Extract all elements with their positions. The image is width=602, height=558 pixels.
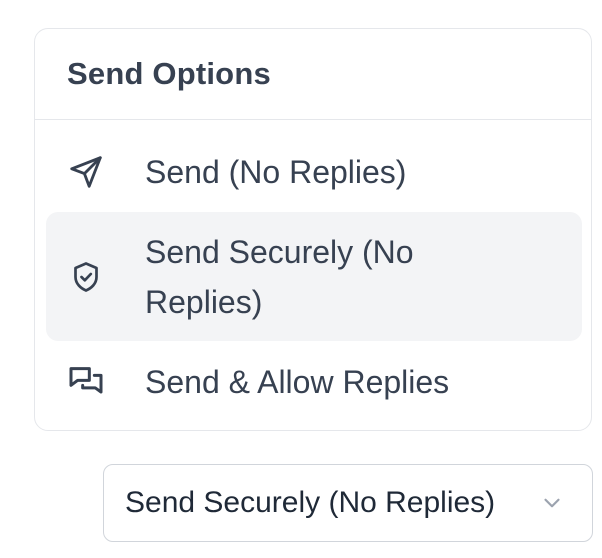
menu-item-send-securely[interactable]: Send Securely (No Replies): [46, 212, 582, 341]
chevron-down-icon: [536, 487, 568, 519]
menu-item-send-allow-replies[interactable]: Send & Allow Replies: [46, 352, 582, 412]
menu-item-send-no-replies[interactable]: Send (No Replies): [46, 142, 582, 202]
paper-plane-icon: [66, 152, 106, 192]
menu-header: Send Options: [35, 29, 591, 120]
menu-item-label: Send Securely (No Replies): [145, 233, 414, 320]
menu-item-label: Send (No Replies): [145, 154, 407, 190]
select-value: Send Securely (No Replies): [125, 486, 496, 519]
send-options-menu: Send Options Send (No Replies) Send Secu…: [34, 28, 592, 431]
shield-check-icon: [66, 257, 106, 297]
chat-bubbles-icon: [66, 362, 106, 402]
menu-title: Send Options: [67, 56, 271, 91]
send-option-select[interactable]: Send Securely (No Replies): [103, 464, 593, 542]
menu-item-label: Send & Allow Replies: [145, 364, 450, 400]
